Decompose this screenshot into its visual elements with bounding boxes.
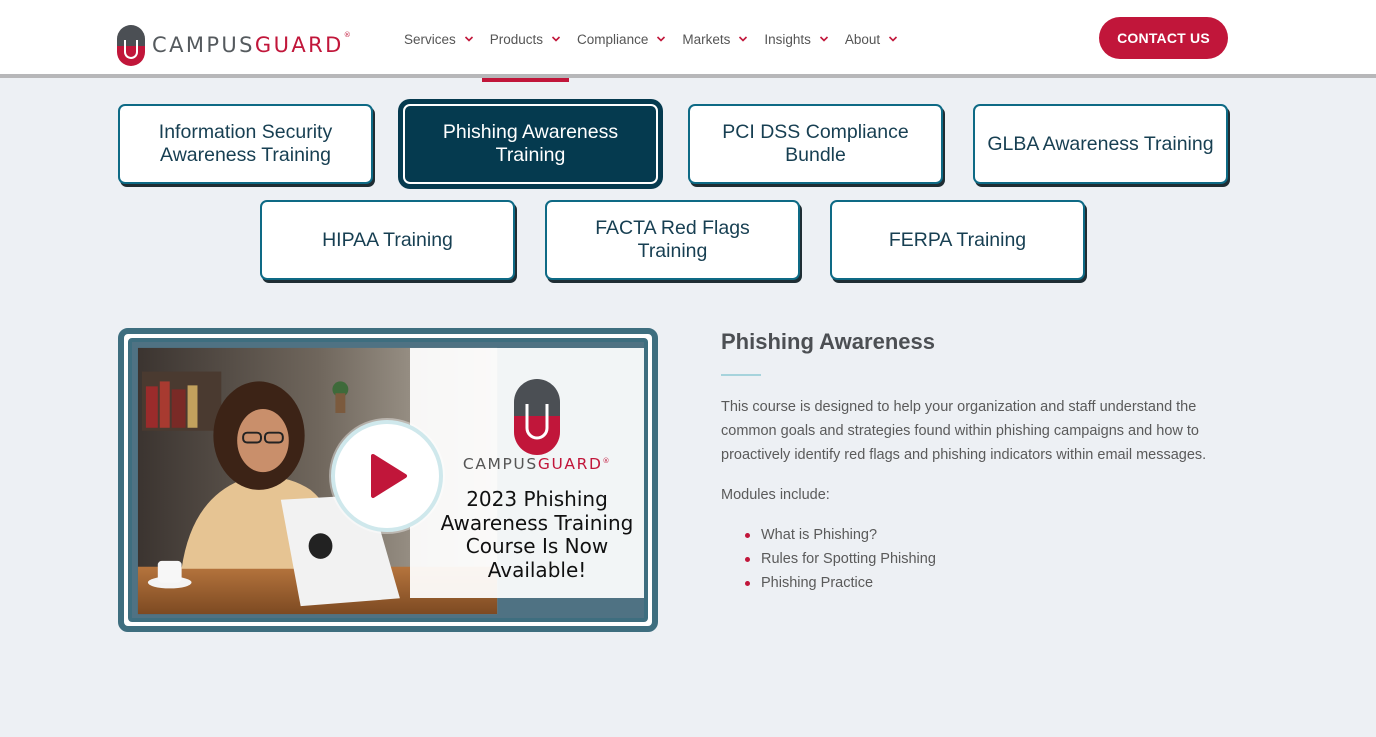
promo-logo-wordmark: CAMPUSGUARD® <box>422 455 644 473</box>
course-summary: This course is designed to help your org… <box>721 399 1207 463</box>
nav-item-insights[interactable]: Insights <box>756 0 837 78</box>
promo-logo-guard: GUARD <box>537 455 603 473</box>
chevron-down-icon <box>739 36 748 42</box>
promo-registered-mark: ® <box>602 456 612 465</box>
logo-text-guard: GUARD <box>254 33 344 57</box>
lock-logo-icon <box>514 379 560 455</box>
course-description: Phishing Awareness This course is design… <box>721 326 1241 595</box>
tab-phishing-awareness[interactable]: Phishing Awareness Training <box>403 104 658 184</box>
modules-intro: Modules include: <box>721 487 830 503</box>
play-icon <box>371 454 407 498</box>
contact-us-button[interactable]: CONTACT US <box>1099 17 1228 59</box>
campusguard-logo[interactable]: CAMPUSGUARD® <box>114 22 351 68</box>
lock-logo-icon <box>117 25 145 66</box>
chevron-down-icon <box>819 36 828 42</box>
tab-hipaa[interactable]: HIPAA Training <box>260 200 515 280</box>
promo-logo-campus: CAMPUS <box>462 455 538 473</box>
site-header: CAMPUSGUARD® Services Products Complianc… <box>0 0 1376 82</box>
nav-item-products[interactable]: Products <box>481 0 570 82</box>
chevron-down-icon <box>657 36 666 42</box>
tab-glba[interactable]: GLBA Awareness Training <box>973 104 1228 184</box>
nav-item-services[interactable]: Services <box>396 0 482 78</box>
nav-item-markets[interactable]: Markets <box>674 0 756 78</box>
tab-ferpa[interactable]: FERPA Training <box>830 200 1085 280</box>
chevron-down-icon <box>551 36 561 42</box>
chevron-down-icon <box>889 36 898 42</box>
nav-label: Compliance <box>577 31 649 47</box>
nav-label: Markets <box>682 31 731 47</box>
course-heading: Phishing Awareness <box>721 329 935 354</box>
list-item: What is Phishing? <box>743 523 1241 547</box>
tab-information-security[interactable]: Information Security Awareness Training <box>118 104 373 184</box>
nav-label: Services <box>404 31 456 47</box>
play-button[interactable] <box>331 420 443 532</box>
logo-text-campus: CAMPUS <box>152 33 255 57</box>
tab-pci-dss[interactable]: PCI DSS Compliance Bundle <box>688 104 943 184</box>
list-item: Phishing Practice <box>743 571 1241 595</box>
main-nav: Services Products Compliance Markets Ins… <box>396 0 906 82</box>
video-card[interactable]: CAMPUSGUARD® 2023 Phishing Awareness Tra… <box>118 328 658 632</box>
nav-item-compliance[interactable]: Compliance <box>569 0 674 78</box>
logo-wordmark: CAMPUSGUARD® <box>152 31 351 57</box>
nav-label: About <box>844 31 881 47</box>
list-item: Rules for Spotting Phishing <box>743 547 1241 571</box>
modules-list: What is Phishing? Rules for Spotting Phi… <box>721 523 1241 595</box>
chevron-down-icon <box>464 36 473 42</box>
nav-label: Products <box>489 31 544 47</box>
tab-facta[interactable]: FACTA Red Flags Training <box>545 200 800 280</box>
nav-label: Insights <box>764 31 811 47</box>
heading-divider <box>721 374 761 376</box>
promo-text: 2023 Phishing Awareness Training Course … <box>440 487 634 582</box>
video-thumbnail[interactable]: CAMPUSGUARD® 2023 Phishing Awareness Tra… <box>128 338 648 622</box>
nav-item-about[interactable]: About <box>837 0 906 78</box>
registered-mark: ® <box>343 31 351 39</box>
